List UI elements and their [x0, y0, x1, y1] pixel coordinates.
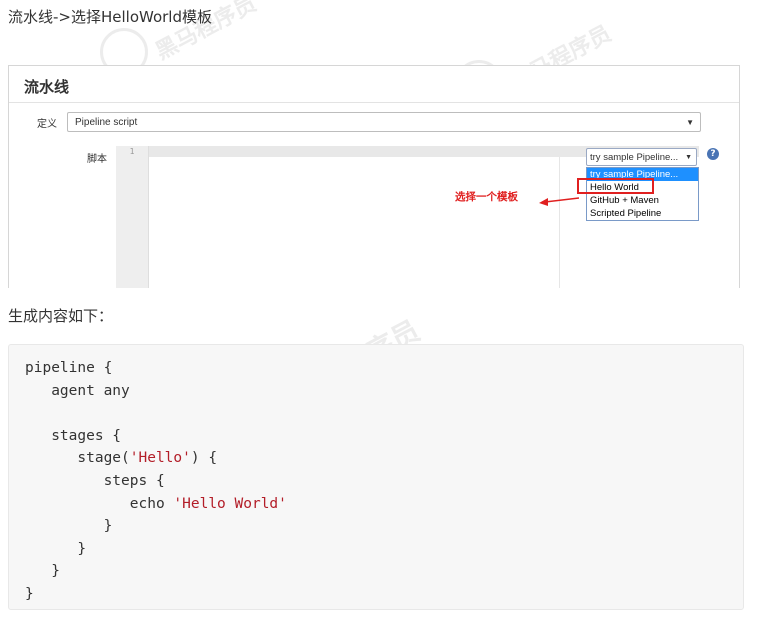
sample-dropdown-list: try sample Pipeline... Hello World GitHub …	[586, 167, 699, 221]
definition-select[interactable]: Pipeline script ▼	[67, 112, 701, 132]
code-line: echo 'Hello World'	[25, 495, 287, 512]
annotation-text: 选择一个模板	[455, 191, 518, 203]
caret-down-icon: ▼	[686, 118, 694, 127]
section-heading: 流水线->选择HelloWorld模板	[8, 8, 212, 26]
dropdown-option[interactable]: GitHub + Maven	[587, 194, 698, 207]
divider	[9, 102, 739, 103]
editor-gutter: 1	[116, 146, 149, 288]
print-margin	[559, 157, 560, 288]
definition-select-value: Pipeline script	[75, 117, 138, 128]
code-block: pipeline { agent any stages { stage('Hel…	[8, 344, 744, 610]
code-line: }	[25, 518, 113, 535]
panel-title: 流水线	[24, 78, 70, 96]
code-line: stages {	[25, 427, 122, 444]
code-line: }	[25, 540, 87, 557]
pipeline-config-panel: 流水线 定义 Pipeline script ▼ 脚本 1 try sample…	[8, 65, 740, 288]
code-line: pipeline {	[25, 360, 113, 376]
callout-arrow-icon	[539, 197, 579, 206]
sample-select-value: try sample Pipeline...	[590, 152, 679, 163]
definition-label: 定义	[37, 119, 57, 130]
code-line: stage('Hello') {	[25, 450, 218, 467]
code-line: agent any	[25, 382, 130, 399]
line-number: 1	[129, 147, 135, 156]
try-sample-pipeline-select[interactable]: try sample Pipeline... ▼	[586, 148, 697, 166]
code-line: }	[25, 585, 34, 602]
caret-down-icon: ▼	[685, 154, 692, 161]
code-line: }	[25, 563, 60, 580]
help-icon[interactable]: ?	[707, 148, 719, 160]
highlight-box	[577, 178, 654, 194]
code-content: pipeline { agent any stages { stage('Hel…	[25, 357, 287, 606]
dropdown-option[interactable]: Scripted Pipeline	[587, 207, 698, 220]
section-heading: 生成内容如下：	[8, 307, 114, 325]
code-line: steps {	[25, 472, 165, 489]
script-label: 脚本	[87, 154, 107, 165]
